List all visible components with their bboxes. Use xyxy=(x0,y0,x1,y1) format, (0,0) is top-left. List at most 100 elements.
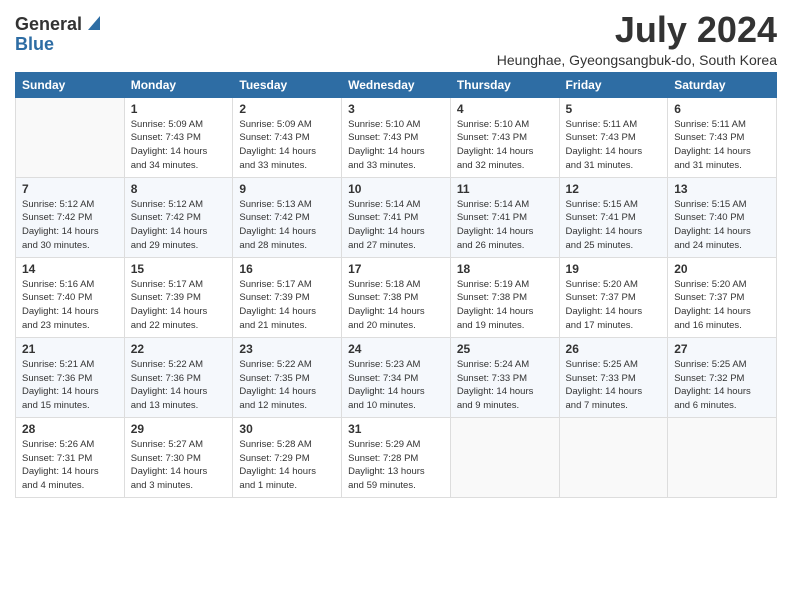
calendar-cell: 31Sunrise: 5:29 AM Sunset: 7:28 PM Dayli… xyxy=(342,417,451,497)
day-number: 7 xyxy=(22,182,118,196)
calendar-cell: 22 Sunrise: 5:22 AM Sunset: 7:36 PM Dayli… xyxy=(124,337,233,417)
day-info: Sunrise: 5:15 AM Sunset: 7:40 PM Dayligh… xyxy=(674,198,770,253)
day-number: 21 xyxy=(22,342,118,356)
page-header: General Blue July 2024 Heunghae, Gyeongs… xyxy=(15,10,777,68)
day-number: 20 xyxy=(674,262,770,276)
week-row-1: 1 Sunrise: 5:09 AM Sunset: 7:43 PM Daylig… xyxy=(16,97,777,177)
calendar-cell: 4 Sunrise: 5:10 AM Sunset: 7:43 PM Daylig… xyxy=(450,97,559,177)
week-row-4: 21 Sunrise: 5:21 AM Sunset: 7:36 PM Dayli… xyxy=(16,337,777,417)
day-info: Sunrise: 5:11 AM Sunset: 7:43 PM Dayligh… xyxy=(566,118,662,173)
day-number: 2 xyxy=(239,102,335,116)
day-number: 26 xyxy=(566,342,662,356)
calendar-cell: 8 Sunrise: 5:12 AM Sunset: 7:42 PM Daylig… xyxy=(124,177,233,257)
day-number: 15 xyxy=(131,262,227,276)
day-number: 16 xyxy=(239,262,335,276)
calendar-cell: 3 Sunrise: 5:10 AM Sunset: 7:43 PM Daylig… xyxy=(342,97,451,177)
day-info: Sunrise: 5:25 AM Sunset: 7:33 PM Dayligh… xyxy=(566,358,662,413)
day-info: Sunrise: 5:10 AM Sunset: 7:43 PM Dayligh… xyxy=(348,118,444,173)
logo-blue-text: Blue xyxy=(15,35,54,55)
weekday-header-row: SundayMondayTuesdayWednesdayThursdayFrid… xyxy=(16,72,777,97)
calendar-cell: 17Sunrise: 5:18 AM Sunset: 7:38 PM Dayli… xyxy=(342,257,451,337)
day-number: 31 xyxy=(348,422,444,436)
week-row-3: 14 Sunrise: 5:16 AM Sunset: 7:40 PM Dayli… xyxy=(16,257,777,337)
day-info: Sunrise: 5:24 AM Sunset: 7:33 PM Dayligh… xyxy=(457,358,553,413)
day-number: 17 xyxy=(348,262,444,276)
day-info: Sunrise: 5:27 AM Sunset: 7:30 PM Dayligh… xyxy=(131,438,227,493)
calendar-cell: 7 Sunrise: 5:12 AM Sunset: 7:42 PM Daylig… xyxy=(16,177,125,257)
logo: General Blue xyxy=(15,10,100,55)
day-number: 4 xyxy=(457,102,553,116)
day-info: Sunrise: 5:28 AM Sunset: 7:29 PM Dayligh… xyxy=(239,438,335,493)
week-row-2: 7 Sunrise: 5:12 AM Sunset: 7:42 PM Daylig… xyxy=(16,177,777,257)
calendar-cell: 9 Sunrise: 5:13 AM Sunset: 7:42 PM Daylig… xyxy=(233,177,342,257)
calendar-cell: 5Sunrise: 5:11 AM Sunset: 7:43 PM Daylig… xyxy=(559,97,668,177)
day-number: 9 xyxy=(239,182,335,196)
day-info: Sunrise: 5:13 AM Sunset: 7:42 PM Dayligh… xyxy=(239,198,335,253)
calendar-cell: 30 Sunrise: 5:28 AM Sunset: 7:29 PM Dayli… xyxy=(233,417,342,497)
day-number: 6 xyxy=(674,102,770,116)
calendar-cell xyxy=(16,97,125,177)
day-number: 10 xyxy=(348,182,444,196)
day-number: 18 xyxy=(457,262,553,276)
day-info: Sunrise: 5:09 AM Sunset: 7:43 PM Dayligh… xyxy=(239,118,335,173)
day-number: 14 xyxy=(22,262,118,276)
calendar-cell: 13 Sunrise: 5:15 AM Sunset: 7:40 PM Dayli… xyxy=(668,177,777,257)
title-block: July 2024 Heunghae, Gyeongsangbuk-do, So… xyxy=(497,10,777,68)
day-info: Sunrise: 5:14 AM Sunset: 7:41 PM Dayligh… xyxy=(348,198,444,253)
day-info: Sunrise: 5:17 AM Sunset: 7:39 PM Dayligh… xyxy=(131,278,227,333)
calendar-cell: 29 Sunrise: 5:27 AM Sunset: 7:30 PM Dayli… xyxy=(124,417,233,497)
day-info: Sunrise: 5:15 AM Sunset: 7:41 PM Dayligh… xyxy=(566,198,662,253)
calendar-cell: 1 Sunrise: 5:09 AM Sunset: 7:43 PM Daylig… xyxy=(124,97,233,177)
month-title: July 2024 xyxy=(497,10,777,50)
day-info: Sunrise: 5:11 AM Sunset: 7:43 PM Dayligh… xyxy=(674,118,770,173)
day-number: 11 xyxy=(457,182,553,196)
day-info: Sunrise: 5:22 AM Sunset: 7:35 PM Dayligh… xyxy=(239,358,335,413)
day-info: Sunrise: 5:25 AM Sunset: 7:32 PM Dayligh… xyxy=(674,358,770,413)
day-info: Sunrise: 5:20 AM Sunset: 7:37 PM Dayligh… xyxy=(566,278,662,333)
day-number: 12 xyxy=(566,182,662,196)
calendar-table: SundayMondayTuesdayWednesdayThursdayFrid… xyxy=(15,72,777,498)
day-info: Sunrise: 5:23 AM Sunset: 7:34 PM Dayligh… xyxy=(348,358,444,413)
calendar-cell: 10 Sunrise: 5:14 AM Sunset: 7:41 PM Dayli… xyxy=(342,177,451,257)
location-title: Heunghae, Gyeongsangbuk-do, South Korea xyxy=(497,52,777,68)
day-number: 22 xyxy=(131,342,227,356)
day-info: Sunrise: 5:12 AM Sunset: 7:42 PM Dayligh… xyxy=(22,198,118,253)
calendar-cell: 20 Sunrise: 5:20 AM Sunset: 7:37 PM Dayli… xyxy=(668,257,777,337)
day-number: 27 xyxy=(674,342,770,356)
calendar-cell: 11Sunrise: 5:14 AM Sunset: 7:41 PM Dayli… xyxy=(450,177,559,257)
calendar-cell xyxy=(668,417,777,497)
calendar-cell: 16 Sunrise: 5:17 AM Sunset: 7:39 PM Dayli… xyxy=(233,257,342,337)
calendar-cell: 2 Sunrise: 5:09 AM Sunset: 7:43 PM Daylig… xyxy=(233,97,342,177)
day-number: 30 xyxy=(239,422,335,436)
calendar-cell: 14 Sunrise: 5:16 AM Sunset: 7:40 PM Dayli… xyxy=(16,257,125,337)
day-number: 13 xyxy=(674,182,770,196)
day-info: Sunrise: 5:09 AM Sunset: 7:43 PM Dayligh… xyxy=(131,118,227,173)
calendar-cell: 23 Sunrise: 5:22 AM Sunset: 7:35 PM Dayli… xyxy=(233,337,342,417)
weekday-header-monday: Monday xyxy=(124,72,233,97)
calendar-cell: 24 Sunrise: 5:23 AM Sunset: 7:34 PM Dayli… xyxy=(342,337,451,417)
calendar-cell: 18Sunrise: 5:19 AM Sunset: 7:38 PM Dayli… xyxy=(450,257,559,337)
calendar-cell: 21 Sunrise: 5:21 AM Sunset: 7:36 PM Dayli… xyxy=(16,337,125,417)
day-number: 1 xyxy=(131,102,227,116)
day-number: 8 xyxy=(131,182,227,196)
logo-triangle-icon xyxy=(84,16,100,30)
calendar-cell: 25Sunrise: 5:24 AM Sunset: 7:33 PM Dayli… xyxy=(450,337,559,417)
day-info: Sunrise: 5:22 AM Sunset: 7:36 PM Dayligh… xyxy=(131,358,227,413)
calendar-cell: 26 Sunrise: 5:25 AM Sunset: 7:33 PM Dayli… xyxy=(559,337,668,417)
day-number: 24 xyxy=(348,342,444,356)
week-row-5: 28Sunrise: 5:26 AM Sunset: 7:31 PM Dayli… xyxy=(16,417,777,497)
day-info: Sunrise: 5:17 AM Sunset: 7:39 PM Dayligh… xyxy=(239,278,335,333)
day-info: Sunrise: 5:12 AM Sunset: 7:42 PM Dayligh… xyxy=(131,198,227,253)
weekday-header-friday: Friday xyxy=(559,72,668,97)
day-info: Sunrise: 5:21 AM Sunset: 7:36 PM Dayligh… xyxy=(22,358,118,413)
day-info: Sunrise: 5:20 AM Sunset: 7:37 PM Dayligh… xyxy=(674,278,770,333)
day-number: 19 xyxy=(566,262,662,276)
weekday-header-thursday: Thursday xyxy=(450,72,559,97)
day-info: Sunrise: 5:16 AM Sunset: 7:40 PM Dayligh… xyxy=(22,278,118,333)
weekday-header-sunday: Sunday xyxy=(16,72,125,97)
day-number: 23 xyxy=(239,342,335,356)
day-number: 29 xyxy=(131,422,227,436)
calendar-cell: 19 Sunrise: 5:20 AM Sunset: 7:37 PM Dayli… xyxy=(559,257,668,337)
day-number: 3 xyxy=(348,102,444,116)
day-info: Sunrise: 5:10 AM Sunset: 7:43 PM Dayligh… xyxy=(457,118,553,173)
